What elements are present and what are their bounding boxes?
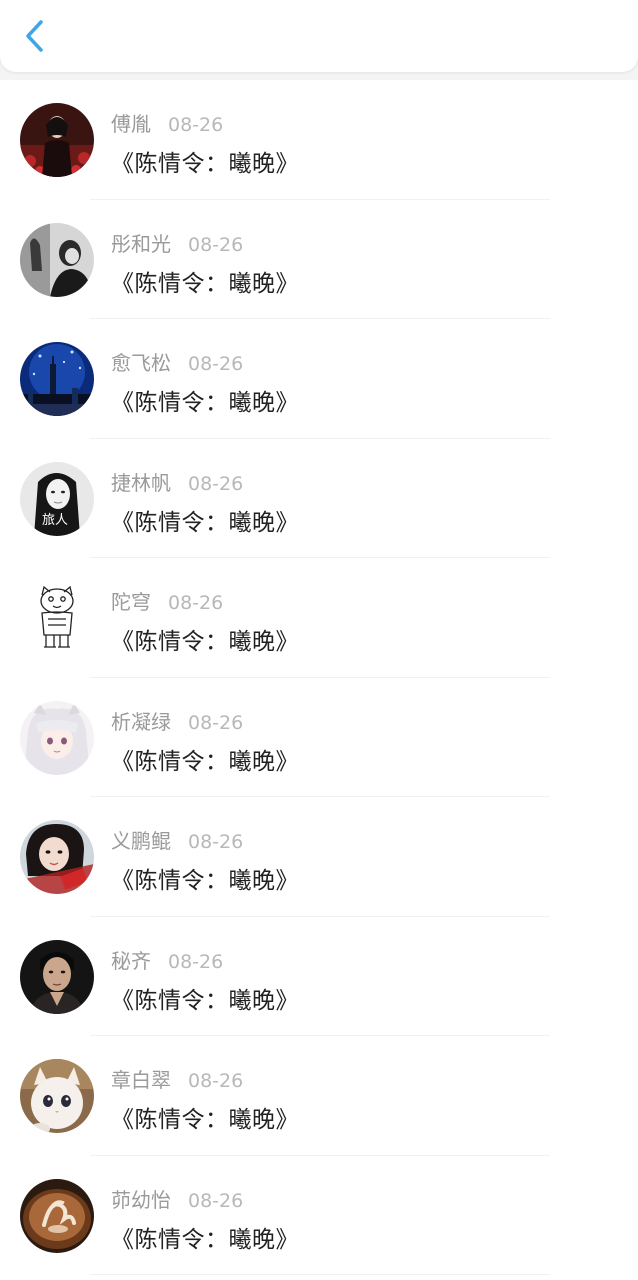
comment-text: 《陈情令：曦晚》 (111, 629, 299, 655)
avatar[interactable] (20, 820, 94, 894)
comment-text: 《陈情令：曦晚》 (111, 151, 299, 177)
list-item[interactable]: 愈飞松 08-26 《陈情令：曦晚》 (0, 319, 638, 439)
avatar[interactable] (20, 1178, 94, 1253)
post-date: 08-26 (188, 472, 244, 495)
list-item[interactable]: 傅胤 08-26 《陈情令：曦晚》 (0, 80, 638, 200)
user-name[interactable]: 捷林帆 (111, 467, 171, 496)
user-name[interactable]: 章白翠 (111, 1064, 171, 1093)
post-date: 08-26 (168, 114, 224, 136)
top-bar (0, 0, 638, 72)
user-name[interactable]: 愈飞松 (111, 347, 171, 376)
post-date: 08-26 (188, 711, 244, 734)
comment-text: 《陈情令：曦晚》 (111, 390, 299, 416)
comment-text: 《陈情令：曦晚》 (111, 1226, 299, 1253)
comment-text: 《陈情令：曦晚》 (111, 509, 299, 536)
comment-text: 《陈情令：曦晚》 (111, 987, 299, 1014)
avatar[interactable]: 旅人 (20, 461, 94, 536)
list-item[interactable]: 析凝绿 08-26 《陈情令：曦晚》 (0, 678, 638, 798)
list-item[interactable]: 章白翠 08-26 《陈情令：曦晚》 (0, 1036, 638, 1156)
user-name[interactable]: 茆幼怡 (111, 1184, 171, 1213)
list-item[interactable]: 茆幼怡 08-26 《陈情令：曦晚》 (0, 1156, 638, 1276)
comment-text: 《陈情令：曦晚》 (111, 868, 299, 894)
avatar[interactable] (20, 939, 94, 1014)
comment-text: 《陈情令：曦晚》 (111, 748, 299, 775)
user-name[interactable]: 秘齐 (111, 945, 151, 974)
post-date: 08-26 (168, 950, 224, 973)
post-date: 08-26 (188, 831, 244, 853)
list-item[interactable]: 旅人 捷林帆 08-26 《陈情令：曦晚》 (0, 439, 638, 559)
comment-text: 《陈情令：曦晚》 (111, 270, 299, 297)
user-name[interactable]: 陀穹 (111, 586, 151, 615)
svg-text:旅人: 旅人 (42, 513, 68, 528)
user-name[interactable]: 傅胤 (111, 108, 151, 137)
list-item[interactable]: 秘齐 08-26 《陈情令：曦晚》 (0, 917, 638, 1037)
post-date: 08-26 (188, 1189, 244, 1212)
post-date: 08-26 (188, 353, 244, 375)
avatar[interactable] (20, 581, 94, 655)
avatar[interactable] (20, 1059, 94, 1133)
avatar[interactable] (20, 342, 94, 416)
user-name[interactable]: 彤和光 (111, 228, 171, 257)
avatar[interactable] (20, 222, 94, 297)
back-button[interactable] (14, 16, 54, 56)
comment-list: 傅胤 08-26 《陈情令：曦晚》 彤和光 08-26 《陈情令：曦晚》 愈飞松… (0, 80, 638, 1280)
list-item[interactable]: 彤和光 08-26 《陈情令：曦晚》 (0, 200, 638, 320)
post-date: 08-26 (188, 1070, 244, 1092)
post-date: 08-26 (188, 233, 244, 256)
chevron-left-icon (26, 20, 43, 52)
list-item[interactable]: 义鹏鲲 08-26 《陈情令：曦晚》 (0, 797, 638, 917)
comment-text: 《陈情令：曦晚》 (111, 1107, 299, 1133)
post-date: 08-26 (168, 592, 224, 614)
avatar[interactable] (20, 700, 94, 775)
list-item[interactable]: 陀穹 08-26 《陈情令：曦晚》 (0, 558, 638, 678)
user-name[interactable]: 析凝绿 (111, 706, 171, 735)
avatar[interactable] (20, 103, 94, 177)
user-name[interactable]: 义鹏鲲 (111, 825, 171, 854)
